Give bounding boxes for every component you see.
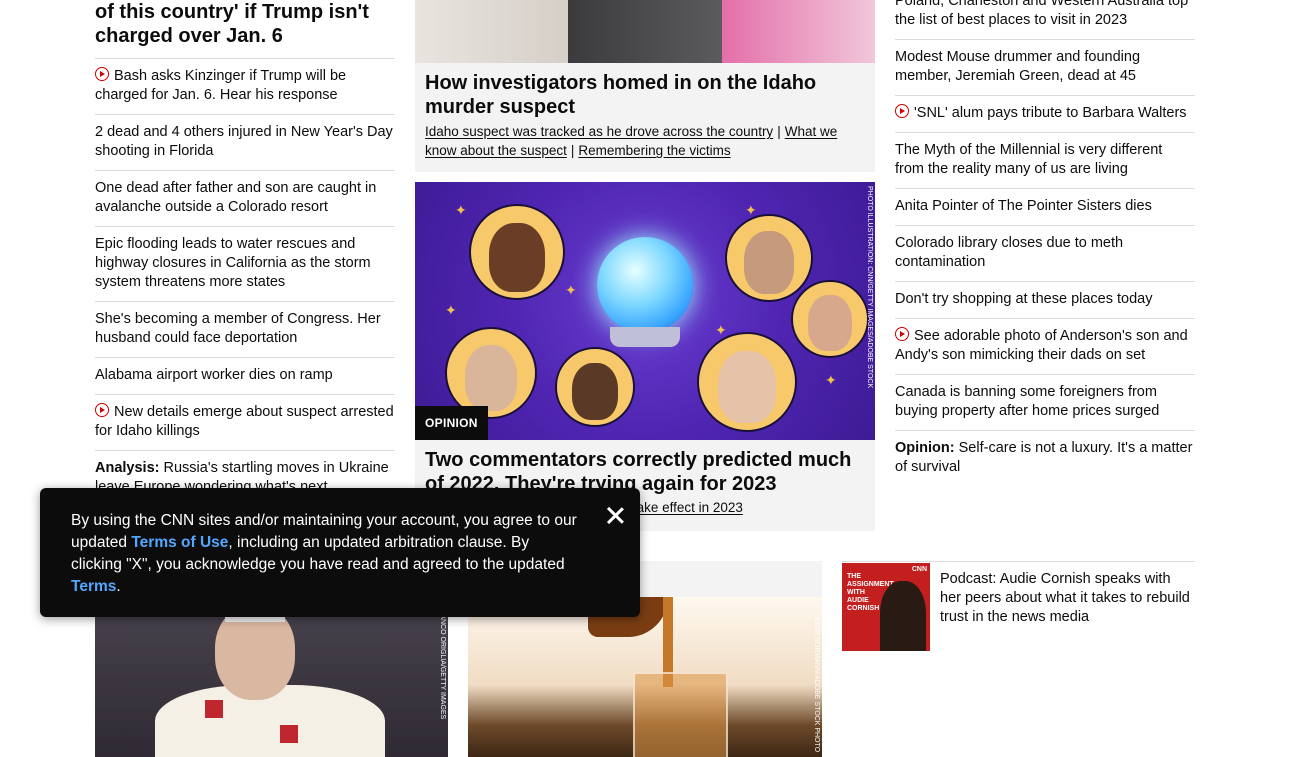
video-play-icon — [95, 403, 109, 417]
list-item[interactable]: One dead after father and son are caught… — [95, 170, 395, 226]
list-item[interactable]: Canada is banning some foreigners from b… — [895, 374, 1195, 430]
crystal-ball-icon — [597, 237, 693, 333]
list-item[interactable]: The Myth of the Millennial is very diffe… — [895, 132, 1195, 188]
related-link[interactable]: Remembering the victims — [578, 143, 730, 158]
terms-of-use-link[interactable]: Terms of Use — [131, 534, 228, 551]
list-item-text: Canada is banning some foreigners from b… — [895, 384, 1160, 419]
related-link[interactable]: Idaho suspect was tracked as he drove ac… — [425, 124, 773, 139]
list-item[interactable]: Bash asks Kinzinger if Trump will be cha… — [95, 58, 395, 114]
list-item-text: Don't try shopping at these places today — [895, 291, 1153, 307]
list-item[interactable]: See adorable photo of Anderson's son and… — [895, 318, 1195, 374]
list-item-text: One dead after father and son are caught… — [95, 180, 377, 215]
left-headline-column: of this country' if Trump isn't charged … — [95, 0, 395, 506]
video-play-icon — [895, 327, 909, 341]
list-item-text: Modest Mouse drummer and founding member… — [895, 49, 1141, 84]
crystal-ball-base — [610, 327, 680, 347]
list-item-text: New details emerge about suspect arreste… — [95, 404, 394, 439]
list-item[interactable]: Epic flooding leads to water rescues and… — [95, 226, 395, 301]
list-item[interactable]: Modest Mouse drummer and founding member… — [895, 39, 1195, 95]
analysis-label: Analysis: — [95, 460, 160, 476]
portrait-circle — [725, 214, 813, 302]
list-item-opinion[interactable]: Opinion: Self-care is not a luxury. It's… — [895, 430, 1195, 486]
list-item-text: Alabama airport worker dies on ramp — [95, 367, 333, 383]
list-item[interactable]: She's becoming a member of Congress. Her… — [95, 301, 395, 357]
right-headline-column: Poland, Charleston and Western Australia… — [895, 0, 1195, 486]
list-item-text: The Myth of the Millennial is very diffe… — [895, 142, 1163, 177]
list-item[interactable]: Alabama airport worker dies on ramp — [95, 357, 395, 394]
photo-panel — [568, 0, 722, 63]
podcast-promo[interactable]: THE ASSIGNMENT WITH AUDIE CORNISH CNN Po… — [842, 561, 1195, 651]
image-credit: FRANCO ORIGLIA/GETTY IMAGES — [439, 605, 446, 720]
list-item-text: Anita Pointer of The Pointer Sisters die… — [895, 198, 1152, 214]
center-feature-column: How investigators homed in on the Idaho … — [415, 0, 875, 531]
idaho-story-title[interactable]: How investigators homed in on the Idaho … — [425, 71, 865, 119]
list-item-text: Poland, Charleston and Western Australia… — [895, 0, 1189, 28]
list-item-text: Epic flooding leads to water rescues and… — [95, 236, 371, 290]
idaho-story-card: How investigators homed in on the Idaho … — [415, 63, 875, 172]
list-item[interactable]: Colorado library closes due to meth cont… — [895, 225, 1195, 281]
list-item-text: She's becoming a member of Congress. Her… — [95, 311, 381, 346]
star-icon: ✦ — [825, 372, 837, 388]
list-item[interactable]: 'SNL' alum pays tribute to Barbara Walte… — [895, 95, 1195, 132]
whiskey-pour-image[interactable]: IGOR NORMANN/ADOBE STOCK PHOTO — [468, 597, 822, 757]
list-item-text: See adorable photo of Anderson's son and… — [895, 328, 1188, 363]
predictions-illustration[interactable]: ✦ ✦ ✦ ✦ ✦ ✦ PHOTO ILLUSTRATION: CNN/GETT… — [415, 182, 875, 440]
list-item-text: 2 dead and 4 others injured in New Year'… — [95, 124, 393, 159]
host-silhouette — [880, 581, 926, 651]
list-item[interactable]: Don't try shopping at these places today — [895, 281, 1195, 318]
list-item-text: Bash asks Kinzinger if Trump will be cha… — [95, 68, 347, 103]
portrait-circle — [697, 332, 797, 432]
photo-panel — [415, 0, 569, 63]
cross-icon — [280, 725, 298, 743]
list-item-text: 'SNL' alum pays tribute to Barbara Walte… — [914, 105, 1187, 121]
video-play-icon — [895, 104, 909, 118]
portrait-circle — [791, 280, 869, 358]
podcast-headline[interactable]: Podcast: Audie Cornish speaks with her p… — [940, 570, 1190, 627]
portrait-circle — [555, 347, 635, 427]
portrait-circle — [469, 204, 565, 300]
close-icon[interactable] — [604, 504, 626, 526]
hero-headline[interactable]: of this country' if Trump isn't charged … — [95, 0, 395, 58]
cnn-logo: CNN — [911, 566, 927, 573]
list-item[interactable]: New details emerge about suspect arreste… — [95, 394, 395, 450]
banner-text: . — [116, 578, 121, 595]
opinion-label: Opinion: — [895, 440, 955, 456]
image-credit: IGOR NORMANN/ADOBE STOCK PHOTO — [813, 617, 820, 753]
list-item[interactable]: Anita Pointer of The Pointer Sisters die… — [895, 188, 1195, 225]
star-icon: ✦ — [565, 282, 577, 298]
photo-panel — [721, 0, 875, 63]
image-credit: PHOTO ILLUSTRATION: CNN/GETTY IMAGES/ADO… — [866, 186, 873, 389]
terms-of-use-banner: By using the CNN sites and/or maintainin… — [40, 488, 640, 617]
podcast-thumbnail[interactable]: THE ASSIGNMENT WITH AUDIE CORNISH CNN — [842, 563, 930, 651]
idaho-related-links: Idaho suspect was tracked as he drove ac… — [425, 124, 838, 158]
list-item-text: Colorado library closes due to meth cont… — [895, 235, 1124, 270]
opinion-badge: OPINION — [415, 406, 488, 440]
glass-shape — [633, 672, 728, 757]
cross-icon — [205, 700, 223, 718]
list-item[interactable]: 2 dead and 4 others injured in New Year'… — [95, 114, 395, 170]
idaho-story-image[interactable] — [415, 0, 875, 63]
star-icon: ✦ — [455, 202, 467, 218]
video-play-icon — [95, 67, 109, 81]
terms-link[interactable]: Terms — [71, 578, 116, 595]
star-icon: ✦ — [445, 302, 457, 318]
list-item[interactable]: Poland, Charleston and Western Australia… — [895, 0, 1195, 39]
hero-headline-text: of this country' if Trump isn't charged … — [95, 1, 369, 47]
